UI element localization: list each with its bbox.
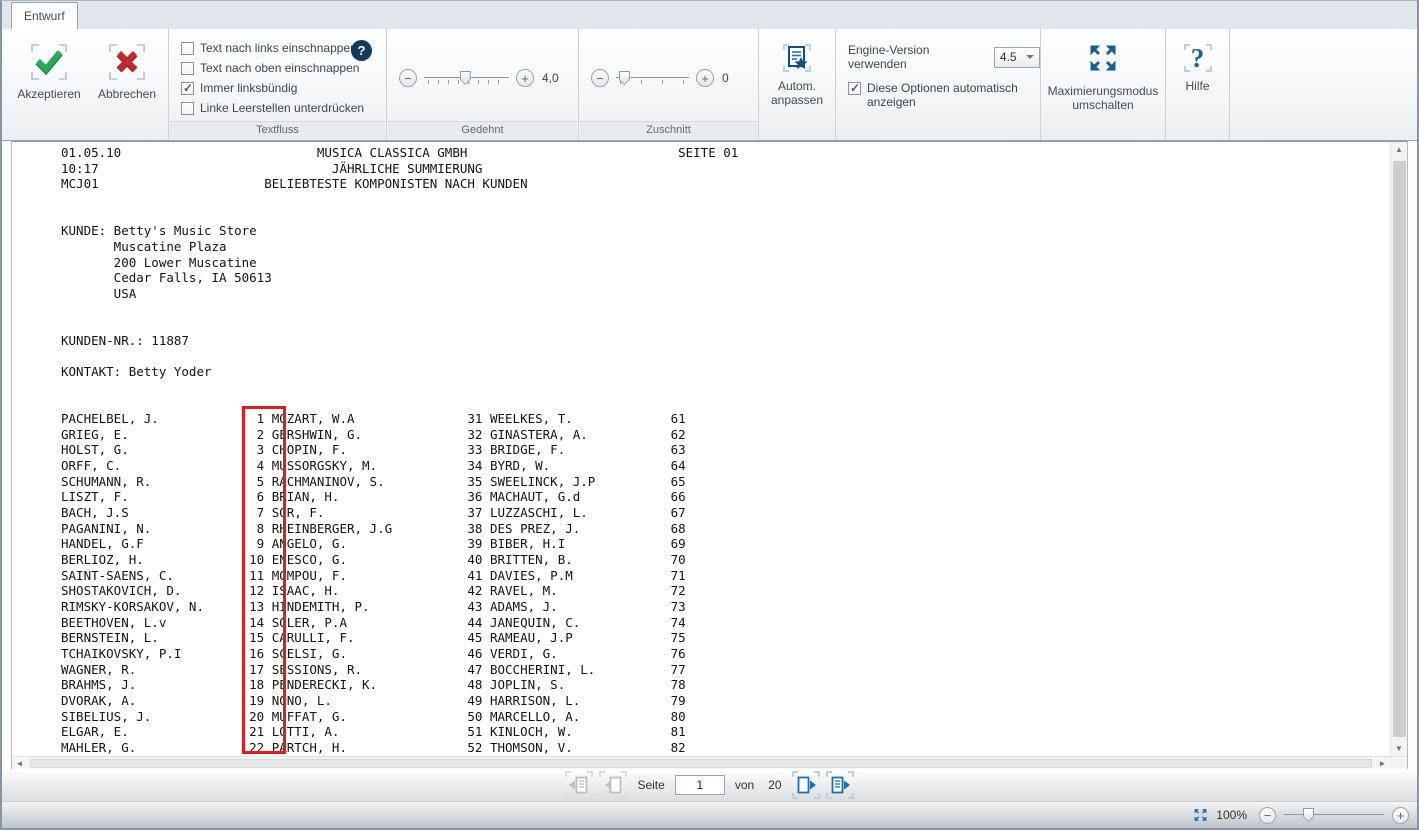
zoom-in-button[interactable]: + — [1392, 807, 1409, 824]
vertical-scroll-thumb[interactable] — [1393, 161, 1406, 737]
report-viewport: 01.05.10 MUSICA CLASSICA GMBH SEITE 01 1… — [12, 142, 1390, 756]
autofit-label-line1: Autom. — [778, 79, 816, 93]
gedehnt-decrease-button[interactable]: − — [399, 69, 417, 87]
scroll-right-icon[interactable]: ► — [1375, 757, 1390, 769]
help-question-icon: ? — [1184, 44, 1212, 72]
status-bar: 100% − + — [2, 801, 1417, 828]
checkbox-label: Text nach oben einschnappen — [200, 61, 359, 75]
checkbox-label: Immer linksbündig — [200, 81, 297, 95]
autofit-label-line2: anpassen — [771, 93, 823, 107]
tab-entwurf[interactable]: Entwurf — [11, 2, 78, 29]
help-badge-icon[interactable]: ? — [351, 40, 372, 61]
checkbox-auto-show-options[interactable]: Diese Optionen automatisch anzeigen — [848, 81, 1028, 109]
engine-version-value: 4.5 — [1000, 50, 1017, 64]
ribbon-group-maximize: Maximierungsmodus umschalten — [1041, 29, 1166, 140]
ribbon-group-zuschnitt: − + 0 Zuschnitt — [579, 29, 759, 140]
von-label: von — [735, 778, 754, 792]
scroll-up-icon[interactable]: ▲ — [1391, 142, 1407, 157]
chevron-down-icon — [1026, 55, 1034, 59]
zuschnitt-decrease-button[interactable]: − — [591, 69, 609, 87]
help-button[interactable]: ? Hilfe — [1166, 29, 1229, 93]
checkbox-leerstellen[interactable]: Linke Leerstellen unterdrücken — [181, 101, 386, 115]
tab-entwurf-label: Entwurf — [24, 9, 65, 23]
zuschnitt-group-label: Zuschnitt — [580, 121, 757, 139]
zoom-out-button[interactable]: − — [1259, 807, 1276, 824]
checkbox-box[interactable] — [181, 62, 194, 75]
next-page-button[interactable] — [792, 771, 820, 799]
cancel-label: Abbrechen — [98, 87, 156, 101]
horizontal-scrollbar[interactable]: ◄ ► — [12, 756, 1407, 769]
app-window: Entwurf Akzeptieren — [0, 0, 1419, 830]
accept-check-icon — [31, 44, 67, 80]
document-area: 01.05.10 MUSICA CLASSICA GMBH SEITE 01 1… — [11, 141, 1408, 769]
checkbox-box[interactable] — [181, 42, 194, 55]
horizontal-scroll-thumb[interactable] — [30, 759, 1372, 768]
ribbon: Akzeptieren Abbrechen — [2, 29, 1417, 141]
checkbox-box[interactable] — [181, 82, 194, 95]
help-label: Hilfe — [1185, 79, 1209, 93]
tab-bar: Entwurf — [2, 1, 1417, 29]
maximize-label-line2: umschalten — [1072, 98, 1133, 112]
checkbox-linksbuendig[interactable]: Immer linksbündig — [181, 81, 386, 95]
accept-button[interactable]: Akzeptieren — [12, 29, 86, 121]
zuschnitt-increase-button[interactable]: + — [696, 69, 714, 87]
checkbox-label: Text nach links einschnappen — [200, 41, 357, 55]
engine-version-select[interactable]: 4.5 — [994, 47, 1040, 68]
page-number-input[interactable] — [675, 775, 725, 795]
scroll-left-icon[interactable]: ◄ — [12, 757, 27, 769]
autofit-button[interactable]: Autom. anpassen — [759, 29, 835, 107]
scrollbar-corner — [1390, 757, 1407, 769]
previous-page-button[interactable] — [599, 771, 627, 799]
ribbon-group-gedehnt: − + 4,0 Gedehnt — [387, 29, 579, 140]
checkbox-box[interactable] — [181, 102, 194, 115]
engine-version-label: Engine-Version verwenden — [848, 43, 984, 71]
zoom-slider-thumb[interactable] — [1303, 808, 1314, 822]
accept-label: Akzeptieren — [17, 87, 80, 101]
zoom-level: 100% — [1216, 808, 1247, 822]
gedehnt-slider-track[interactable] — [424, 69, 509, 87]
zuschnitt-slider-track[interactable] — [616, 69, 689, 87]
page-navigation-bar: Seite von 20 — [2, 769, 1417, 801]
page-total: 20 — [768, 778, 781, 792]
checkbox-label: Linke Leerstellen unterdrücken — [200, 101, 364, 115]
ribbon-group-help: ? Hilfe — [1166, 29, 1230, 140]
maximize-label-line1: Maximierungsmodus — [1048, 84, 1159, 98]
expand-arrows-icon — [1087, 44, 1119, 77]
checkbox-text-oben[interactable]: Text nach oben einschnappen — [181, 61, 386, 75]
maximize-mode-button[interactable]: Maximierungsmodus umschalten — [1041, 29, 1165, 112]
seite-label: Seite — [637, 778, 664, 792]
gedehnt-increase-button[interactable]: + — [516, 69, 534, 87]
actions-group-label — [3, 121, 167, 139]
document-star-icon — [783, 44, 811, 72]
cancel-button[interactable]: Abbrechen — [90, 29, 164, 121]
ribbon-group-textfluss: Text nach links einschnappen Text nach o… — [169, 29, 387, 140]
ribbon-group-autofit: Autom. anpassen — [759, 29, 836, 140]
vertical-scrollbar[interactable]: ▲ ▼ — [1390, 142, 1407, 756]
first-page-button[interactable] — [565, 771, 593, 799]
ribbon-group-engine: Engine-Version verwenden 4.5 Diese Optio… — [836, 29, 1041, 140]
gedehnt-value: 4,0 — [542, 71, 566, 85]
ribbon-filler — [1230, 29, 1417, 140]
textfluss-group-label: Textfluss — [170, 121, 385, 139]
report-text: 01.05.10 MUSICA CLASSICA GMBH SEITE 01 1… — [12, 142, 1390, 756]
zuschnitt-value: 0 — [722, 71, 746, 85]
last-page-button[interactable] — [826, 771, 854, 799]
checkbox-label: Diese Optionen automatisch anzeigen — [867, 81, 1028, 109]
gedehnt-group-label: Gedehnt — [388, 121, 577, 139]
ribbon-group-actions: Akzeptieren Abbrechen — [2, 29, 169, 140]
zuschnitt-slider: − + 0 — [579, 69, 758, 87]
scroll-down-icon[interactable]: ▼ — [1391, 741, 1407, 756]
fit-to-window-icon[interactable] — [1193, 808, 1208, 822]
checkbox-box[interactable] — [848, 82, 861, 95]
cancel-x-icon — [109, 44, 145, 80]
zoom-slider[interactable] — [1284, 806, 1384, 824]
gedehnt-slider: − + 4,0 — [387, 69, 578, 87]
